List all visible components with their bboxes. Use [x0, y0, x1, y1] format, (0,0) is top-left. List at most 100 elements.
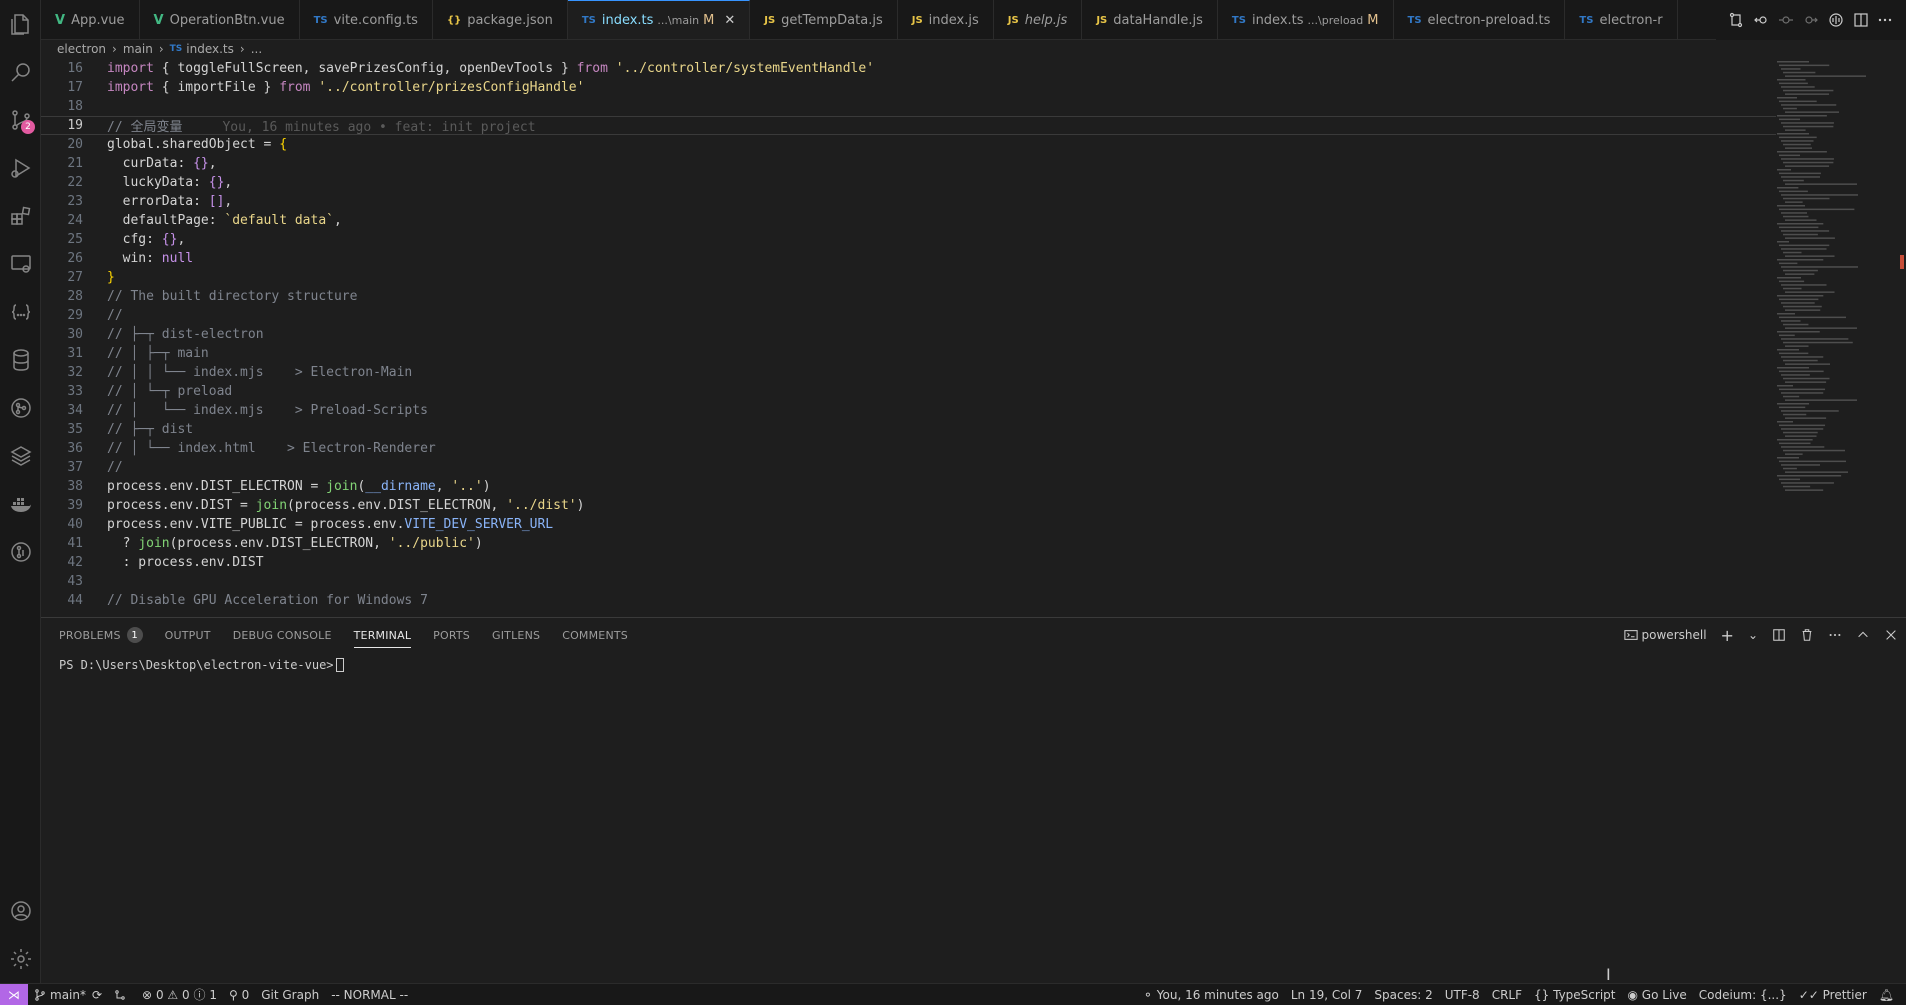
code-line[interactable]: 31 // │ ├─┬ main	[41, 344, 1906, 363]
commit-icon[interactable]	[1778, 12, 1794, 28]
codeium-icon[interactable]	[1828, 12, 1844, 28]
notifications-bell-icon[interactable]: 🔔︎	[1873, 988, 1900, 1002]
end-of-line[interactable]: CRLF	[1486, 988, 1528, 1002]
indentation[interactable]: Spaces: 2	[1368, 988, 1438, 1002]
terminal-profile[interactable]: powershell	[1623, 628, 1707, 642]
panel-tab-gitlens[interactable]: GITLENS	[492, 618, 540, 652]
editor-tab[interactable]: JS index.js	[898, 0, 994, 39]
code-line[interactable]: 39 process.env.DIST = join(process.env.DI…	[41, 496, 1906, 515]
run-debug-icon[interactable]	[0, 144, 41, 192]
editor-tab[interactable]: JS getTempData.js	[750, 0, 898, 39]
code-line[interactable]: 37 //	[41, 458, 1906, 477]
code-line[interactable]: 42 : process.env.DIST	[41, 553, 1906, 572]
account-icon[interactable]	[0, 887, 41, 935]
panel-tab-terminal[interactable]: TERMINAL	[353, 618, 412, 652]
code-line[interactable]: 38 process.env.DIST_ELECTRON = join(__dir…	[41, 477, 1906, 496]
problems-indicator[interactable]: ⊗ 0 ⚠ 0 ⓘ 1	[136, 986, 223, 1003]
code-line[interactable]: 34 // │ └── index.mjs > Preload-Scripts	[41, 401, 1906, 420]
code-line[interactable]: 24 defaultPage: `default data`,	[41, 211, 1906, 230]
more-actions-icon[interactable]	[1877, 12, 1893, 28]
code-line[interactable]: 35 // ├─┬ dist	[41, 420, 1906, 439]
panel-tab-ports[interactable]: PORTS	[433, 618, 470, 652]
trash-icon[interactable]	[1800, 628, 1814, 642]
more-actions-icon[interactable]	[1828, 628, 1842, 642]
remote-indicator-icon[interactable]: ⋊	[0, 983, 28, 1005]
code-line[interactable]: 30 // ├─┬ dist-electron	[41, 325, 1906, 344]
code-line[interactable]: 17 import { importFile } from '../control…	[41, 78, 1906, 97]
code-line[interactable]: 20 global.sharedObject = {	[41, 135, 1906, 154]
code-line[interactable]: 41 ? join(process.env.DIST_ELECTRON, '..…	[41, 534, 1906, 553]
code-line[interactable]: 32 // │ │ └── index.mjs > Electron-Main	[41, 363, 1906, 382]
editor-tab[interactable]: V App.vue	[41, 0, 140, 39]
go-back-icon[interactable]	[1753, 12, 1769, 28]
new-terminal-icon[interactable]: +	[1721, 626, 1734, 645]
database-icon[interactable]	[0, 336, 41, 384]
source-control-icon[interactable]: 2	[0, 96, 41, 144]
editor-tab[interactable]: JS help.js	[994, 0, 1083, 39]
editor-tab[interactable]: TS electron-preload.ts	[1394, 0, 1566, 39]
chevron-down-icon[interactable]: ⌄	[1748, 628, 1758, 642]
code-line[interactable]: 23 errorData: [],	[41, 192, 1906, 211]
breadcrumb-item[interactable]: electron	[57, 42, 106, 56]
panel-tab-problems[interactable]: PROBLEMS 1	[59, 618, 143, 652]
code-line[interactable]: 29 //	[41, 306, 1906, 325]
search-icon[interactable]	[0, 48, 41, 96]
layers-icon[interactable]	[0, 432, 41, 480]
editor-tab[interactable]: TS index.ts ...\main M ✕	[567, 0, 751, 39]
gitlens-icon[interactable]	[0, 384, 41, 432]
go-forward-icon[interactable]	[1803, 12, 1819, 28]
docker-icon[interactable]	[0, 480, 41, 528]
code-line[interactable]: 25 cfg: {},	[41, 230, 1906, 249]
split-terminal-icon[interactable]	[1772, 628, 1786, 642]
explorer-icon[interactable]	[0, 0, 41, 48]
code-line[interactable]: 26 win: null	[41, 249, 1906, 268]
panel-tab-debug-console[interactable]: DEBUG CONSOLE	[233, 618, 332, 652]
editor-tab[interactable]: {} package.json	[433, 0, 568, 39]
git-graph-icon[interactable]	[0, 528, 41, 576]
code-line[interactable]: 28 // The built directory structure	[41, 287, 1906, 306]
codeium-status[interactable]: Codeium: {...}	[1693, 988, 1793, 1002]
encoding[interactable]: UTF-8	[1439, 988, 1486, 1002]
close-panel-icon[interactable]	[1884, 628, 1898, 642]
settings-gear-icon[interactable]	[0, 935, 41, 983]
editor-tab[interactable]: TS electron-r	[1565, 0, 1678, 39]
close-icon[interactable]: ✕	[724, 13, 735, 28]
language-mode[interactable]: {} TypeScript	[1528, 988, 1621, 1002]
code-line[interactable]: 21 curData: {},	[41, 154, 1906, 173]
code-line[interactable]: 36 // │ └── index.html > Electron-Rendere…	[41, 439, 1906, 458]
code-line[interactable]: 44 // Disable GPU Acceleration for Window…	[41, 591, 1906, 610]
panel-tab-comments[interactable]: COMMENTS	[562, 618, 628, 652]
editor-tab[interactable]: TS vite.config.ts	[300, 0, 433, 39]
code-line[interactable]: 40 process.env.VITE_PUBLIC = process.env.…	[41, 515, 1906, 534]
code-line[interactable]: 16 import { toggleFullScreen, savePrizesC…	[41, 59, 1906, 78]
json-icon[interactable]	[0, 288, 41, 336]
ports-indicator[interactable]: ⚲ 0	[223, 988, 255, 1002]
minimap[interactable]	[1777, 59, 1897, 509]
editor-tab[interactable]: V OperationBtn.vue	[140, 0, 300, 39]
panel-tab-output[interactable]: OUTPUT	[165, 618, 211, 652]
code-line[interactable]: 18	[41, 97, 1906, 116]
git-graph-button[interactable]: Git Graph	[255, 988, 325, 1002]
code-line[interactable]: 19 // 全局变量 You, 16 minutes ago • feat: ini…	[41, 116, 1776, 135]
breadcrumb-item[interactable]: main	[123, 42, 153, 56]
remote-explorer-icon[interactable]	[0, 240, 41, 288]
terminal[interactable]: PS D:\Users\Desktop\electron-vite-vue>	[41, 652, 1906, 672]
code-editor[interactable]: 16 import { toggleFullScreen, savePrizesC…	[41, 59, 1906, 617]
code-line[interactable]: 27}	[41, 268, 1906, 287]
prettier-status[interactable]: ✓✓ Prettier	[1793, 988, 1873, 1002]
split-editor-icon[interactable]	[1853, 12, 1869, 28]
code-line[interactable]: 33 // │ └─┬ preload	[41, 382, 1906, 401]
sync-icon[interactable]: ⟳	[92, 988, 102, 1002]
cursor-position[interactable]: Ln 19, Col 7	[1285, 988, 1369, 1002]
breadcrumb-item[interactable]: ...	[251, 42, 262, 56]
code-line[interactable]: 43	[41, 572, 1906, 591]
git-blame[interactable]: ⚬ You, 16 minutes ago	[1137, 988, 1285, 1002]
git-fetch-icon[interactable]	[108, 989, 136, 1001]
extensions-icon[interactable]	[0, 192, 41, 240]
compare-icon[interactable]	[1728, 12, 1744, 28]
editor-tab[interactable]: TS index.ts ...\preload M	[1218, 0, 1394, 39]
maximize-panel-icon[interactable]	[1856, 628, 1870, 642]
code-line[interactable]: 22 luckyData: {},	[41, 173, 1906, 192]
breadcrumb-item[interactable]: index.ts	[186, 42, 234, 56]
go-live-button[interactable]: ◉ Go Live	[1621, 988, 1692, 1002]
